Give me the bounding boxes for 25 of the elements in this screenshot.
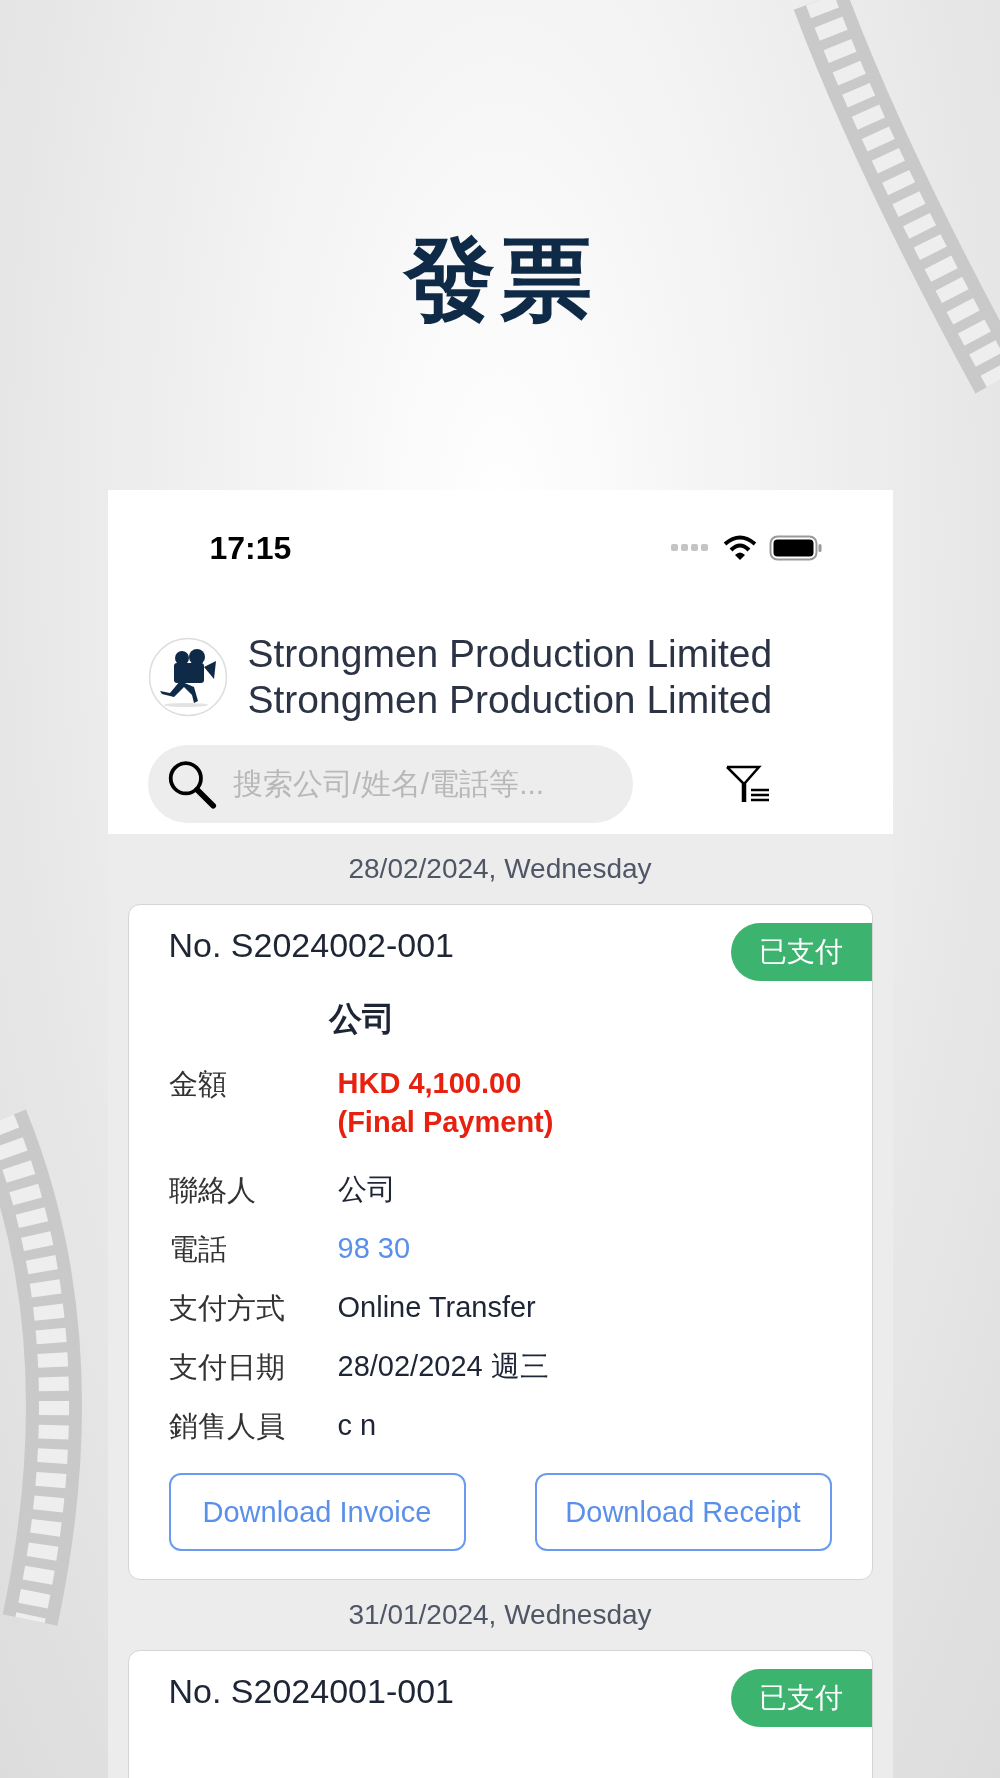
date-header: 28/02/2024, Wednesday [348,853,652,885]
page-title: 發票 [404,227,596,332]
field-label: 支付方式 [168,1291,286,1326]
field-label: 電話 [168,1232,228,1267]
status-badge: 已支付 [730,1669,872,1727]
date-header: 31/01/2024, Wednesday [348,1599,652,1631]
download-button[interactable]: Download Receipt [534,1473,832,1551]
status-time: 17:15 [209,529,292,567]
invoice-number: No. S2024001-001 [168,1671,454,1711]
company-name: 公司 [328,999,395,1039]
download-button[interactable]: Download Invoice [168,1473,466,1551]
invoice-number: No. S2024002-001 [168,925,454,965]
company-name: Strongmen Production Limited [247,631,773,677]
phone-link[interactable]: 98 30 [337,1229,411,1268]
field-label: 金額 [168,1067,228,1102]
field-value: 公司 [337,1172,396,1207]
field-label: 支付日期 [168,1350,286,1385]
field-value: 28/02/2024 週三 [337,1349,549,1384]
field-value: HKD 4,100.00 (Final Payment) [337,1066,554,1140]
status-badge: 已支付 [730,923,872,981]
field-label: 銷售人員 [168,1409,286,1444]
field-value: Online Transfer [337,1290,536,1325]
field-value: c n [337,1408,377,1443]
company-name: Strongmen Production Limited [247,677,773,723]
field-label: 聯絡人 [168,1173,257,1208]
